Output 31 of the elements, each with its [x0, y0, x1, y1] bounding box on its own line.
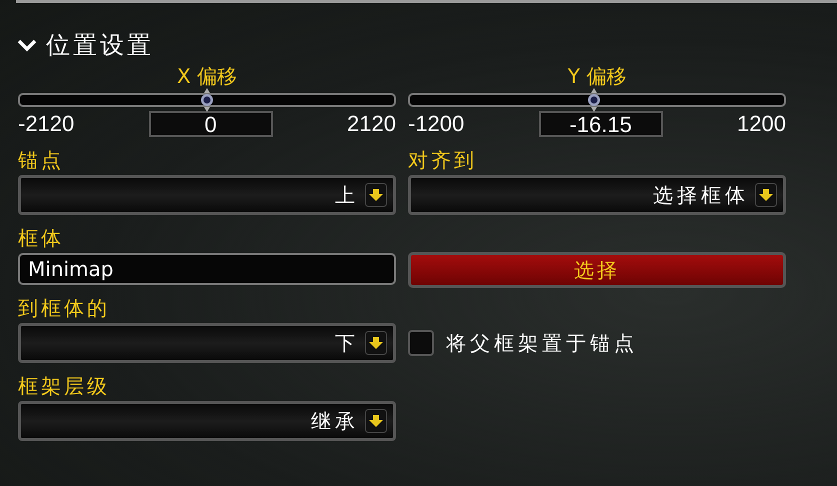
- dropdown-value: 上: [335, 182, 359, 208]
- checkbox-label: 将父框架置于锚点: [446, 330, 638, 356]
- field-label: 锚点: [18, 147, 65, 174]
- dropdown[interactable]: 上: [18, 175, 396, 215]
- value-field[interactable]: 0: [148, 111, 273, 137]
- chevron-icon[interactable]: [16, 37, 38, 53]
- slider-max: 1200: [737, 111, 786, 137]
- slider-thumb[interactable]: [587, 88, 602, 112]
- field-label: 对齐到: [408, 147, 478, 174]
- slider-min: -1200: [408, 111, 464, 137]
- dropdown-value: 选择框体: [653, 182, 749, 208]
- select-button[interactable]: 选择: [408, 252, 786, 288]
- slider[interactable]: [18, 88, 396, 112]
- dropdown[interactable]: 选择框体: [408, 175, 786, 215]
- slider-label: X 偏移: [176, 63, 238, 89]
- field-label: 框体: [18, 225, 65, 252]
- slider[interactable]: [408, 88, 786, 112]
- input-field[interactable]: Minimap: [18, 253, 396, 285]
- section-title: 位置设置: [46, 30, 154, 61]
- dropdown-value: 下: [335, 330, 359, 356]
- slider-label: Y 偏移: [566, 63, 628, 89]
- checkbox[interactable]: [408, 330, 434, 356]
- slider-min: -2120: [18, 111, 74, 137]
- dropdown-value: 继承: [311, 408, 359, 434]
- value-field[interactable]: -16.15: [538, 111, 663, 137]
- dropdown[interactable]: 下: [18, 323, 396, 363]
- field-label: 框架层级: [18, 373, 111, 400]
- dropdown[interactable]: 继承: [18, 401, 396, 441]
- slider-max: 2120: [347, 111, 396, 137]
- slider-thumb[interactable]: [200, 88, 214, 112]
- field-label: 到框体的: [18, 295, 111, 322]
